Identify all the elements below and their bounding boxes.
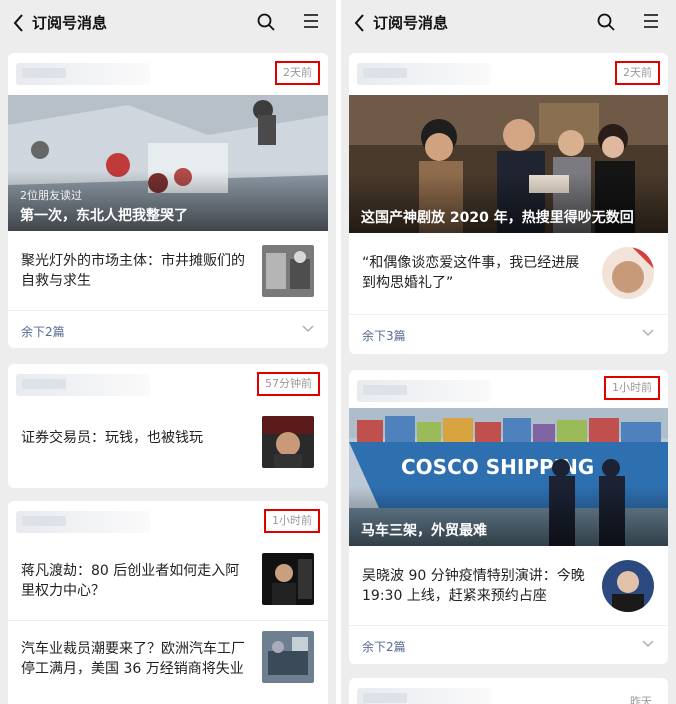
subscription-card[interactable]: 2天前 2位朋友读过 第一次，东北人把我整哭了 聚光灯外的市场主体：市井摊贩们的…	[8, 53, 328, 348]
article-thumbnail	[262, 245, 314, 297]
article-row[interactable]: 汽车业裁员潮要来了？欧洲汽车工厂停工满月，美国 36 万经销商将失业	[8, 621, 328, 701]
more-articles-label: 余下2篇	[362, 640, 406, 654]
page-title: 订阅号消息	[373, 14, 449, 32]
account-name-blurred	[16, 63, 150, 85]
subscription-card[interactable]: 2天前 这国产神剧放 2020 年，热搜里得吵无数回 “和偶像谈恋爱这件事，我已…	[349, 53, 668, 354]
timestamp-highlighted: 1小时前	[264, 509, 320, 533]
menu-icon[interactable]	[643, 13, 659, 29]
menu-icon[interactable]	[303, 13, 319, 29]
search-icon[interactable]	[257, 13, 275, 31]
article-title: 蒋凡渡劫：80 后创业者如何走入阿里权力中心？	[21, 563, 240, 599]
subscription-card[interactable]: 1小时前 COSCO SHIPPING 马车三架，外贸最难 吴晓波 90 分钟疫…	[349, 370, 668, 664]
page-title: 订阅号消息	[32, 14, 108, 32]
back-arrow-icon[interactable]	[12, 13, 26, 33]
article-row[interactable]: “和偶像谈恋爱这件事，我已经进展到构思婚礼了” 恋爱	[349, 233, 668, 315]
friends-read-label: 2位朋友读过	[20, 189, 82, 202]
card-header: 2天前	[8, 53, 328, 95]
hero-image[interactable]: 这国产神剧放 2020 年，热搜里得吵无数回	[349, 95, 668, 233]
timestamp-highlighted: 2天前	[275, 61, 320, 85]
top-bar: 订阅号消息	[341, 0, 676, 46]
article-thumbnail	[262, 631, 314, 683]
hero-caption: 这国产神剧放 2020 年，热搜里得吵无数回	[361, 210, 634, 226]
subscription-card[interactable]: 1小时前 蒋凡渡劫：80 后创业者如何走入阿里权力中心？ 汽车业裁员潮要来了？欧…	[8, 501, 328, 704]
subscription-card[interactable]: 昨天	[349, 678, 668, 704]
article-thumbnail	[602, 560, 654, 612]
account-name-blurred	[357, 380, 491, 402]
more-articles-link[interactable]: 余下2篇	[349, 626, 668, 664]
timestamp-highlighted: 57分钟前	[257, 372, 320, 396]
card-header: 2天前	[349, 53, 668, 95]
phone-screen-right: 订阅号消息 2天前 这国产神剧放 2020 年，热搜里得吵无数回 “和偶像谈恋爱…	[341, 0, 676, 704]
more-articles-link[interactable]: 余下3篇	[349, 315, 668, 353]
card-header: 1小时前	[349, 370, 668, 408]
chevron-down-icon	[302, 325, 314, 333]
account-name-blurred	[357, 688, 491, 704]
article-title: 吴晓波 90 分钟疫情特别演讲：今晚 19:30 上线，赶紧来预约占座	[362, 568, 585, 604]
timestamp-highlighted: 2天前	[615, 61, 660, 85]
article-title: “和偶像谈恋爱这件事，我已经进展到构思婚礼了”	[362, 255, 580, 291]
more-articles-label: 余下2篇	[21, 325, 65, 339]
hero-image[interactable]: COSCO SHIPPING 马车三架，外贸最难	[349, 408, 668, 546]
account-name-blurred	[357, 63, 491, 85]
more-articles-label: 余下3篇	[362, 329, 406, 343]
more-articles-link[interactable]: 余下2篇	[8, 311, 328, 348]
article-row[interactable]: 聚光灯外的市场主体：市井摊贩们的自救与求生	[8, 231, 328, 311]
article-title: 汽车业裁员潮要来了？欧洲汽车工厂停工满月，美国 36 万经销商将失业	[21, 641, 245, 677]
search-icon[interactable]	[597, 13, 615, 31]
back-arrow-icon[interactable]	[353, 13, 367, 33]
subscription-card[interactable]: 57分钟前 证券交易员：玩钱，也被钱玩	[8, 364, 328, 488]
article-title: 聚光灯外的市场主体：市井摊贩们的自救与求生	[21, 253, 245, 289]
hero-image[interactable]: 2位朋友读过 第一次，东北人把我整哭了	[8, 95, 328, 231]
timestamp: 昨天	[630, 695, 652, 704]
hero-caption: 第一次，东北人把我整哭了	[20, 208, 188, 224]
article-row[interactable]: 证券交易员：玩钱，也被钱玩	[8, 406, 328, 486]
account-name-blurred	[16, 511, 150, 533]
phone-screen-left: 订阅号消息 2天前 2位朋友读过 第一次，东北人把我整哭了 聚光灯外的市场主体：…	[0, 0, 336, 704]
hero-caption: 马车三架，外贸最难	[361, 523, 487, 539]
article-thumbnail	[262, 416, 314, 468]
article-row[interactable]: 蒋凡渡劫：80 后创业者如何走入阿里权力中心？	[8, 543, 328, 621]
account-name-blurred	[16, 374, 150, 396]
chevron-down-icon	[642, 329, 654, 337]
card-header: 1小时前	[8, 501, 328, 543]
article-title: 证券交易员：玩钱，也被钱玩	[21, 430, 203, 446]
card-header: 昨天	[349, 678, 668, 704]
top-bar: 订阅号消息	[0, 0, 336, 46]
card-header: 57分钟前	[8, 364, 328, 406]
article-row[interactable]: 吴晓波 90 分钟疫情特别演讲：今晚 19:30 上线，赶紧来预约占座	[349, 546, 668, 626]
chevron-down-icon	[642, 640, 654, 648]
article-thumbnail	[262, 553, 314, 605]
timestamp-highlighted: 1小时前	[604, 376, 660, 400]
